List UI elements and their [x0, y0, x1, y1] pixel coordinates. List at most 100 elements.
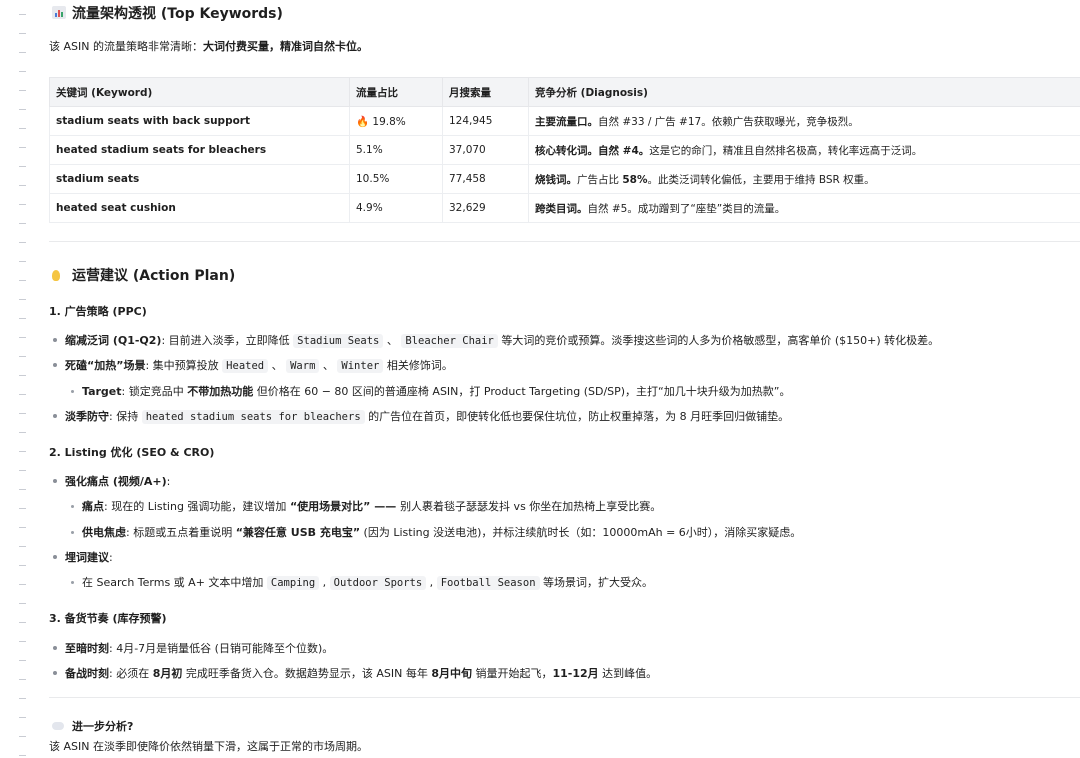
- gutter-tick: [19, 394, 26, 395]
- gutter-tick: [19, 166, 26, 167]
- share-cell: 10.5%: [349, 164, 443, 194]
- list-item: 供电焦虑: 标题或五点着重说明 “兼容任意 USB 充电宝” (因为 Listi…: [71, 524, 801, 540]
- gutter-tick: [19, 14, 26, 15]
- subheading-listing: 2. Listing 优化 (SEO & CRO): [49, 446, 215, 459]
- gutter-tick: [19, 603, 26, 604]
- column-header-keyword: 关键词 (Keyword): [49, 77, 350, 107]
- subheading-inventory: 3. 备货节奏 (库存预警): [49, 612, 167, 625]
- bullet-icon: [53, 414, 57, 418]
- gutter-tick: [19, 52, 26, 53]
- gutter-tick: [19, 204, 26, 205]
- gutter-tick: [19, 451, 26, 452]
- section-title-top-keywords: 流量架构透视 (Top Keywords): [52, 3, 283, 23]
- diagnosis-cell: 烧钱词。广告占比 58%。此类泛词转化偏低，主要用于维持 BSR 权重。: [528, 164, 1080, 194]
- column-header-share: 流量占比: [349, 77, 443, 107]
- bullet-icon: [71, 531, 74, 534]
- list-item: 缩减泛词 (Q1-Q2): 目前进入淡季，立即降低 Stadium Seats …: [53, 332, 939, 348]
- gutter-tick: [19, 470, 26, 471]
- table-header-row: 关键词 (Keyword) 流量占比 月搜索量 竞争分析 (Diagnosis): [49, 77, 1080, 107]
- gutter-tick: [19, 109, 26, 110]
- gutter-tick: [19, 318, 26, 319]
- gutter-tick: [19, 128, 26, 129]
- bullet-icon: [53, 646, 57, 650]
- bullet-icon: [53, 555, 57, 559]
- gutter-tick: [19, 660, 26, 661]
- list-item: 至暗时刻: 4月-7月是销量低谷 (日销可能降至个位数)。: [53, 640, 333, 656]
- volume-cell: 77,458: [442, 164, 529, 194]
- section-title-further-analysis: 进一步分析?: [52, 718, 133, 734]
- gutter-tick: [19, 622, 26, 623]
- bullet-icon: [71, 505, 74, 508]
- share-cell: 4.9%: [349, 193, 443, 223]
- gutter-tick: [19, 71, 26, 72]
- gutter-tick: [19, 242, 26, 243]
- left-gutter: [0, 0, 34, 758]
- bullet-icon: [53, 671, 57, 675]
- gutter-tick: [19, 33, 26, 34]
- bar-chart-icon: [52, 6, 66, 19]
- gutter-tick: [19, 717, 26, 718]
- table-row: stadium seats 10.5% 77,458 烧钱词。广告占比 58%。…: [49, 164, 1080, 194]
- gutter-tick: [19, 698, 26, 699]
- table-row: heated seat cushion 4.9% 32,629 跨类目词。自然 …: [49, 193, 1080, 223]
- divider: [49, 241, 1080, 242]
- list-item: 强化痛点 (视频/A+):: [53, 473, 170, 489]
- keyword-cell: heated stadium seats for bleachers: [49, 135, 350, 165]
- gutter-tick: [19, 489, 26, 490]
- share-cell: 🔥 19.8%: [349, 106, 443, 136]
- divider: [49, 697, 1080, 698]
- gutter-tick: [19, 413, 26, 414]
- bullet-icon: [53, 338, 57, 342]
- volume-cell: 124,945: [442, 106, 529, 136]
- gutter-tick: [19, 584, 26, 585]
- list-item: 痛点: 现在的 Listing 强调功能，建议增加 “使用场景对比” —— 别人…: [71, 498, 661, 514]
- diagnosis-cell: 核心转化词。自然 #4。这是它的命门，精准且自然排名极高，转化率远高于泛词。: [528, 135, 1080, 165]
- gutter-tick: [19, 679, 26, 680]
- gutter-tick: [19, 90, 26, 91]
- gutter-tick: [19, 432, 26, 433]
- share-cell: 5.1%: [349, 135, 443, 165]
- volume-cell: 37,070: [442, 135, 529, 165]
- list-item: Target: 锁定竞品中 不带加热功能 但价格在 60 − 80 区间的普通座…: [71, 383, 790, 399]
- volume-cell: 32,629: [442, 193, 529, 223]
- speech-bubble-icon: [52, 722, 64, 730]
- gutter-tick: [19, 147, 26, 148]
- keyword-cell: heated seat cushion: [49, 193, 350, 223]
- gutter-tick: [19, 755, 26, 756]
- gutter-tick: [19, 641, 26, 642]
- keywords-table: 关键词 (Keyword) 流量占比 月搜索量 竞争分析 (Diagnosis)…: [49, 77, 1080, 223]
- diagnosis-cell: 跨类目词。自然 #5。成功蹭到了“座垫”类目的流量。: [528, 193, 1080, 223]
- gutter-tick: [19, 223, 26, 224]
- intro-text: 该 ASIN 的流量策略非常清晰：大词付费买量，精准词自然卡位。: [49, 40, 368, 53]
- gutter-tick: [19, 299, 26, 300]
- keyword-cell: stadium seats: [49, 164, 350, 194]
- gutter-tick: [19, 527, 26, 528]
- gutter-tick: [19, 185, 26, 186]
- gutter-tick: [19, 546, 26, 547]
- diagnosis-cell: 主要流量口。自然 #33 / 广告 #17。依赖广告获取曝光，竞争极烈。: [528, 106, 1080, 136]
- list-item: 埋词建议:: [53, 549, 113, 565]
- list-item: 备战时刻: 必须在 8月初 完成旺季备货入仓。数据趋势显示，该 ASIN 每年 …: [53, 665, 657, 681]
- gutter-tick: [19, 261, 26, 262]
- list-item: 在 Search Terms 或 A+ 文本中增加 Camping , Outd…: [71, 574, 653, 590]
- gutter-tick: [19, 736, 26, 737]
- bullet-icon: [71, 390, 74, 393]
- bullet-icon: [53, 479, 57, 483]
- gutter-tick: [19, 356, 26, 357]
- gutter-tick: [19, 565, 26, 566]
- bullet-icon: [71, 581, 74, 584]
- list-item: 淡季防守: 保持 heated stadium seats for bleach…: [53, 408, 789, 424]
- fire-icon: 🔥: [356, 115, 370, 128]
- keyword-cell: stadium seats with back support: [49, 106, 350, 136]
- subheading-ppc: 1. 广告策略 (PPC): [49, 305, 147, 318]
- column-header-volume: 月搜索量: [442, 77, 529, 107]
- column-header-diagnosis: 竞争分析 (Diagnosis): [528, 77, 1080, 107]
- table-row: stadium seats with back support 🔥 19.8% …: [49, 106, 1080, 136]
- bullet-icon: [53, 363, 57, 367]
- gutter-tick: [19, 375, 26, 376]
- gutter-tick: [19, 508, 26, 509]
- closing-text: 该 ASIN 在淡季即使降价依然销量下滑，这属于正常的市场周期。: [49, 740, 368, 753]
- lightbulb-icon: [52, 270, 60, 281]
- gutter-tick: [19, 337, 26, 338]
- section-title-action-plan: 运营建议 (Action Plan): [52, 265, 235, 285]
